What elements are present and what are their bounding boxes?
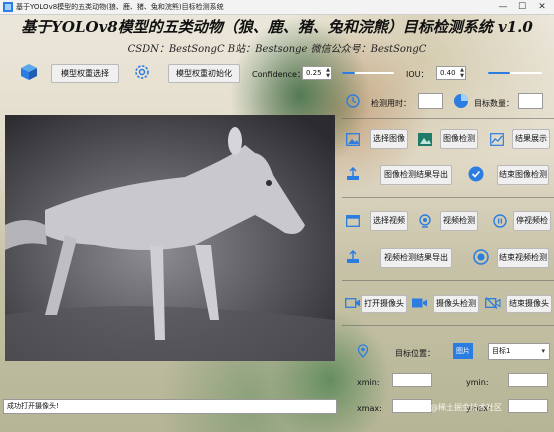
pie-chart-icon [454,94,468,108]
spin-arrows-icon[interactable]: ▲ ▼ [326,67,330,79]
select-weights-button[interactable]: 模型权重选择 [51,64,119,83]
check-circle-icon [468,166,484,182]
window-title-bar: 基于YOLOv8模型的五类动物(狼、鹿、猪、兔和浣熊)目标检测系统 — ☐ ✕ [0,0,554,15]
time-label: 检测用时： [371,99,411,108]
stop-icon [493,214,507,228]
iou-slider-fill [488,72,510,74]
section-divider [342,197,554,198]
confidence-value: 0.25 [306,69,322,77]
open-camera-button[interactable]: 打开摄像头 [361,295,407,313]
confidence-slider-fill [342,72,355,74]
end-circle-icon [473,249,489,265]
export-icon [347,250,359,263]
spin-arrows-icon[interactable]: ▲ ▼ [460,67,464,79]
camera-icon [345,298,360,308]
count-value-field [518,93,543,109]
export-icon [347,167,359,180]
app-icon [3,2,13,12]
target-position-label: 目标位置： [395,349,435,358]
select-video-button[interactable]: 选择视频 [370,211,408,231]
status-bar: 成功打开摄像头! [3,399,337,414]
export-image-results-button[interactable]: 图像检测结果导出 [380,165,452,185]
stop-video-button[interactable]: 停视频检 [513,211,551,231]
chevron-down-icon[interactable]: ▾ [541,344,545,359]
time-value-field [418,93,443,109]
image-badge: 图片 [453,343,473,359]
close-button[interactable]: ✕ [533,1,551,13]
iou-spinbox[interactable]: 0.40 ▲ ▼ [436,66,466,80]
iou-value: 0.40 [440,69,456,77]
watermark-text: @稀土掘金技术社区 [430,403,502,412]
ymin-field [508,373,548,387]
location-icon [357,344,369,358]
video-detect-button[interactable]: 视频检测 [440,211,478,231]
camera-detect-button[interactable]: 摄像头检测 [433,295,479,313]
end-camera-button[interactable]: 结束摄像头 [506,295,552,313]
clock-icon [346,94,360,108]
camera-frame-image [5,115,335,361]
image-icon [346,133,360,146]
minimize-button[interactable]: — [494,1,512,13]
count-label: 目标数量： [474,99,514,108]
section-divider [342,325,554,326]
image-detect-icon [418,133,432,146]
camera-detect-icon [412,298,427,308]
camera-off-icon [485,297,501,309]
end-video-detect-button[interactable]: 结束视频检测 [497,248,549,268]
end-image-detect-button[interactable]: 结束图像检测 [497,165,549,185]
show-results-button[interactable]: 结果展示 [512,129,550,149]
export-video-results-button[interactable]: 视频检测结果导出 [380,248,452,268]
chart-icon [490,133,504,146]
ymax-field [508,399,548,413]
gear-icon [135,65,149,79]
confidence-label: Confidence： [252,70,305,79]
xmin-label: xmin: [357,378,380,387]
maximize-button[interactable]: ☐ [513,1,531,13]
video-icon [346,215,360,227]
xmax-label: xmax: [357,404,382,413]
section-divider [342,118,554,119]
init-weights-button[interactable]: 模型权重初始化 [168,64,240,83]
window-title: 基于YOLOv8模型的五类动物(狼、鹿、猪、兔和浣熊)目标检测系统 [16,3,224,11]
detection-display [5,115,335,361]
xmax-field [392,399,432,413]
video-detect-icon [419,214,431,228]
confidence-spinbox[interactable]: 0.25 ▲ ▼ [302,66,332,80]
iou-label: IOU： [406,70,429,79]
status-message: 成功打开摄像头! [7,402,59,410]
cube-icon [21,64,37,80]
section-divider [342,280,554,281]
target-select-value: 目标1 [492,347,511,355]
ymin-label: ymin: [466,378,489,387]
xmin-field [392,373,432,387]
target-select[interactable]: 目标1 ▾ [488,343,550,360]
image-detect-button[interactable]: 图像检测 [440,129,478,149]
page-subtitle: CSDN：BestSongC B站：Bestsonge 微信公众号：BestSo… [127,44,427,55]
select-image-button[interactable]: 选择图像 [370,129,408,149]
page-title: 基于YOLOv8模型的五类动物（狼、鹿、猪、兔和浣熊）目标检测系统 v1.0 [21,18,533,36]
